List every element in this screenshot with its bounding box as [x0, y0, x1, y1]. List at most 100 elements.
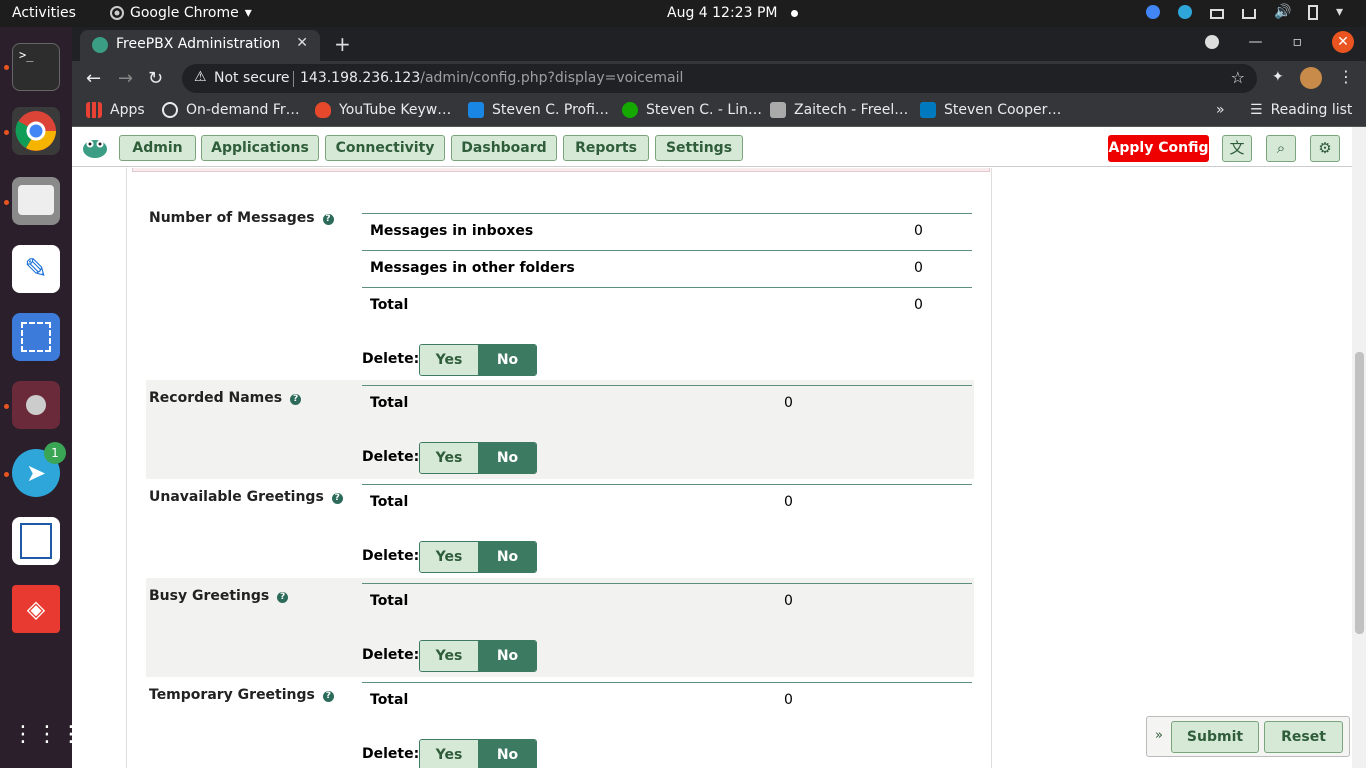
camera-icon[interactable] [1210, 8, 1224, 19]
warning-icon[interactable]: ⚠ [194, 69, 207, 85]
help-icon[interactable]: ? [322, 691, 334, 702]
delete-toggle: Yes No [419, 640, 537, 672]
clock[interactable]: Aug 4 12:23 PM [667, 5, 799, 21]
writer-icon[interactable] [12, 517, 60, 565]
text-editor-icon[interactable]: ✎ [12, 245, 60, 293]
app-menu[interactable]: Google Chrome ▾ [110, 5, 252, 21]
video-app-icon[interactable] [12, 381, 60, 429]
network-icon[interactable] [1242, 9, 1256, 19]
help-icon[interactable]: ? [331, 493, 343, 504]
chrome-notify-icon[interactable] [1146, 5, 1160, 19]
bookmark-apps[interactable]: Apps [86, 102, 145, 118]
bookmark-label: Steven Cooper… [944, 102, 1062, 118]
nav-reports[interactable]: Reports [563, 135, 649, 161]
anydesk-icon[interactable]: ◈ [12, 585, 60, 633]
row-value: 0 [914, 223, 923, 239]
bookmark-star-icon[interactable]: ☆ [1231, 68, 1245, 87]
help-icon[interactable]: ? [290, 394, 302, 405]
battery-icon[interactable] [1308, 4, 1318, 20]
search-icon[interactable]: ⌕ [1266, 135, 1296, 162]
nav-settings[interactable]: Settings [655, 135, 743, 161]
row-value: 0 [914, 297, 923, 313]
reading-list-button[interactable]: ☰ Reading list [1250, 102, 1352, 118]
delete-no-button[interactable]: No [478, 740, 536, 768]
gear-icon[interactable]: ⚙ [1310, 135, 1340, 162]
reload-icon[interactable]: ↻ [148, 68, 163, 89]
files-icon[interactable] [12, 177, 60, 225]
freepbx-logo-icon[interactable] [82, 135, 108, 159]
system-tray[interactable]: 🔊 ▾ [1146, 4, 1352, 20]
address-bar[interactable]: ⚠ Not secure 143.198.236.123/admin/confi… [182, 64, 1257, 93]
help-icon[interactable]: ? [322, 214, 334, 225]
nav-admin[interactable]: Admin [119, 135, 196, 161]
submit-button[interactable]: Submit [1171, 721, 1259, 753]
bookmark-label: Apps [110, 102, 145, 118]
delete-no-button[interactable]: No [478, 641, 536, 671]
show-apps-icon[interactable]: ⋮⋮⋮ [12, 711, 82, 759]
power-menu-icon[interactable]: ▾ [1336, 4, 1352, 20]
help-icon[interactable]: ? [277, 592, 289, 603]
nav-connectivity[interactable]: Connectivity [325, 135, 445, 161]
tab-freepbx[interactable]: FreePBX Administration ✕ [80, 30, 320, 61]
terminal-icon[interactable]: >_ [12, 43, 60, 91]
volume-icon[interactable]: 🔊 [1274, 4, 1291, 20]
freepbx-favicon-icon [92, 37, 108, 53]
chrome-icon[interactable] [12, 107, 60, 155]
tab-search-icon[interactable] [1204, 35, 1219, 49]
delete-yes-button[interactable]: Yes [420, 443, 479, 473]
tab-close-icon[interactable]: ✕ [296, 35, 308, 51]
minimize-icon[interactable]: — [1249, 34, 1263, 50]
browser-menu-icon[interactable]: ⋮ [1338, 67, 1354, 86]
row-key: Messages in other folders [370, 260, 575, 276]
row-key: Total [370, 494, 409, 510]
busy-greetings-label: Busy Greetings? [149, 588, 289, 604]
delete-label: Delete: [362, 548, 420, 564]
bookmark-steven-cooper[interactable]: Steven Cooper… [920, 102, 1061, 118]
bookmark-on-demand[interactable]: On-demand Fr… [162, 102, 300, 118]
forward-icon[interactable]: → [118, 68, 133, 89]
row-value: 0 [784, 494, 793, 510]
collapse-chevron-icon[interactable]: » [1155, 728, 1163, 743]
delete-toggle: Yes No [419, 541, 537, 573]
clock-label: Aug 4 12:23 PM [667, 5, 778, 21]
bookmark-label: Steven C. Profi… [492, 102, 609, 118]
language-icon[interactable]: 文 [1222, 135, 1252, 162]
bookmarks-overflow-icon[interactable]: » [1216, 102, 1225, 118]
globe-icon [162, 102, 178, 118]
activities-button[interactable]: Activities [12, 5, 76, 21]
delete-no-button[interactable]: No [478, 345, 536, 375]
delete-yes-button[interactable]: Yes [420, 542, 479, 572]
table-row: Total 0 [362, 385, 972, 422]
messages-table: Messages in inboxes 0 Messages in other f… [362, 213, 972, 324]
back-icon[interactable]: ← [86, 68, 101, 89]
delete-no-button[interactable]: No [478, 542, 536, 572]
scrollbar-thumb[interactable] [1355, 352, 1364, 634]
telegram-tray-icon[interactable] [1178, 5, 1192, 19]
reset-button[interactable]: Reset [1264, 721, 1343, 753]
not-secure-label[interactable]: Not secure [214, 70, 290, 86]
chevron-down-icon: ▾ [244, 5, 252, 21]
nav-dashboard[interactable]: Dashboard [451, 135, 557, 161]
trello-icon [920, 102, 936, 118]
delete-yes-button[interactable]: Yes [420, 345, 479, 375]
bookmark-label: On-demand Fr… [186, 102, 300, 118]
maximize-icon[interactable]: ▫ [1293, 34, 1303, 50]
page-scrollbar[interactable] [1352, 127, 1366, 768]
window-close-icon[interactable]: ✕ [1332, 31, 1354, 53]
extensions-icon[interactable]: ✦ [1272, 69, 1284, 85]
apply-config-button[interactable]: Apply Config [1108, 135, 1209, 162]
bookmark-youtube-keyword[interactable]: YouTube Keyw… [315, 102, 451, 118]
delete-yes-button[interactable]: Yes [420, 641, 479, 671]
nav-applications[interactable]: Applications [201, 135, 319, 161]
new-tab-button[interactable]: + [334, 32, 351, 56]
profile-avatar[interactable] [1300, 67, 1322, 89]
tab-title: FreePBX Administration [116, 36, 281, 52]
url-text[interactable]: 143.198.236.123/admin/config.php?display… [300, 70, 683, 86]
screenshot-icon[interactable] [12, 313, 60, 361]
delete-no-button[interactable]: No [478, 443, 536, 473]
bookmark-zaitech[interactable]: Zaitech - Freel… [770, 102, 908, 118]
reading-list-icon: ☰ [1250, 102, 1263, 118]
delete-yes-button[interactable]: Yes [420, 740, 479, 768]
bookmark-steven-linkedin[interactable]: Steven C. - Lin… [622, 102, 762, 118]
bookmark-steven-profile[interactable]: Steven C. Profi… [468, 102, 609, 118]
